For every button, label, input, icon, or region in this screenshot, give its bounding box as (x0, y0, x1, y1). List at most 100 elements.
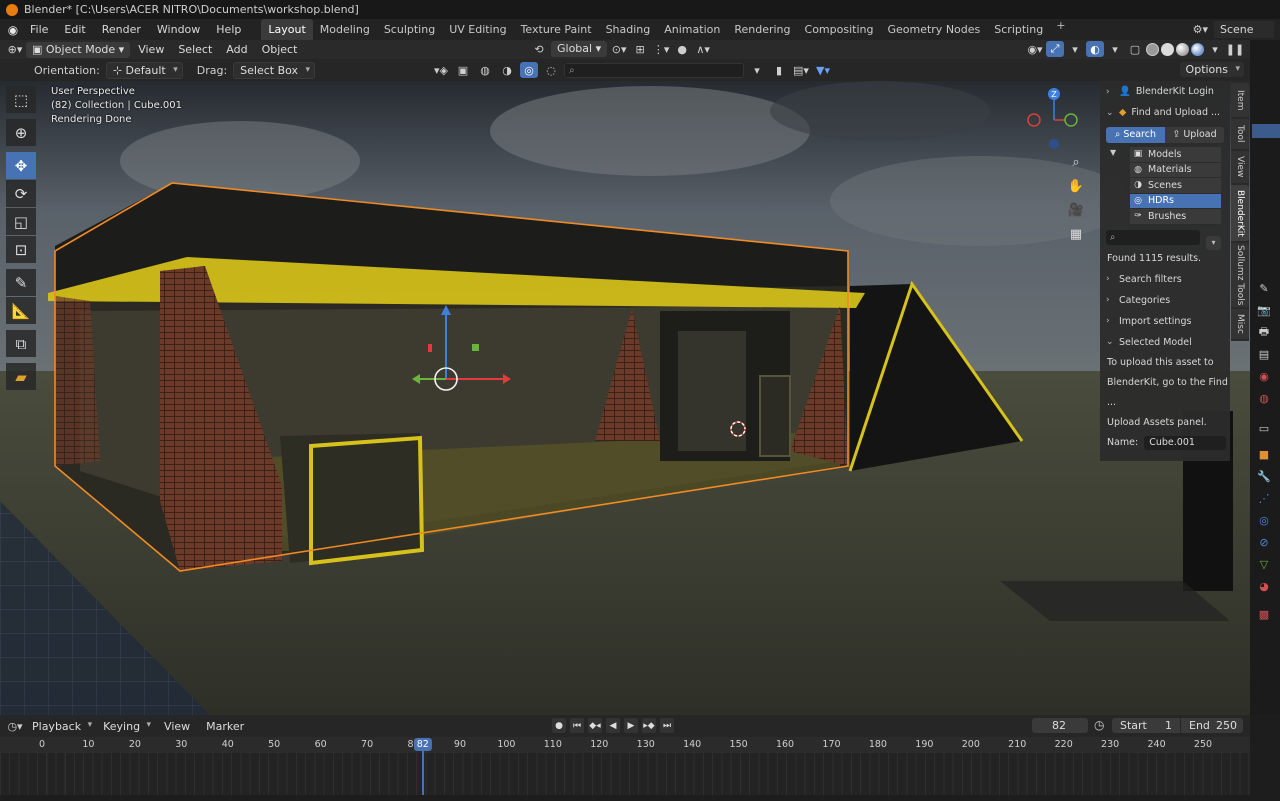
current-frame-field[interactable]: 82 (1032, 718, 1088, 733)
xray-icon[interactable]: ▢ (1126, 41, 1144, 57)
bookmark-icon[interactable]: ▮ (770, 62, 788, 78)
transform-orientation-dropdown[interactable]: Global ▾ (551, 41, 608, 57)
pan-hand-icon[interactable]: ✋ (1065, 176, 1087, 196)
search-filters-section[interactable]: › Search filters (1100, 269, 1230, 290)
menu-add[interactable]: Add (220, 40, 253, 59)
annotate-tool-icon[interactable]: ✎ (6, 269, 36, 296)
snap-target-icon[interactable]: ⋮▾ (652, 41, 670, 57)
frame-ruler[interactable]: 0102030405060708090100110120130140150160… (0, 737, 1250, 753)
options-dropdown[interactable]: Options (1179, 62, 1244, 77)
rendered-shading-icon[interactable] (1191, 42, 1204, 56)
find-upload-collapse-icon[interactable]: ⌄ (1106, 108, 1114, 118)
keying-menu[interactable]: Keying (99, 720, 154, 733)
move-tool-icon[interactable]: ✥ (6, 152, 36, 179)
menu-select[interactable]: Select (172, 40, 218, 59)
models-filter-icon[interactable]: ▣ (454, 62, 472, 78)
login-expand-icon[interactable]: › (1106, 87, 1114, 97)
play-reverse-icon[interactable]: ◀ (606, 718, 620, 733)
category-scenes[interactable]: ◑ Scenes (1130, 178, 1221, 194)
transform-tool-icon[interactable]: ⊡ (6, 236, 36, 263)
menu-object[interactable]: Object (256, 40, 304, 59)
timeline-area[interactable]: 0102030405060708090100110120130140150160… (0, 737, 1250, 801)
wireframe-shading-icon[interactable] (1146, 42, 1159, 56)
outliner-selected-row[interactable] (1252, 124, 1280, 138)
menu-edit[interactable]: Edit (56, 19, 93, 40)
marker-menu[interactable]: Marker (200, 717, 250, 736)
selected-model-section[interactable]: ⌄ Selected Model (1100, 332, 1230, 353)
add-cube-tool-icon[interactable]: ⧉ (6, 330, 36, 357)
scale-tool-icon[interactable]: ◱ (6, 208, 36, 235)
zoom-icon[interactable]: ⌕ (1065, 152, 1087, 172)
output-properties-icon[interactable]: 🖶 (1256, 324, 1272, 340)
menu-file[interactable]: File (22, 19, 56, 40)
scenes-filter-icon[interactable]: ◑ (498, 62, 516, 78)
particles-properties-icon[interactable]: ⋰ (1256, 490, 1272, 506)
playback-menu[interactable]: Playback (28, 720, 95, 733)
tab-upload[interactable]: ⇪ Upload (1165, 127, 1224, 143)
scene-name-field[interactable]: Scene (1214, 21, 1274, 38)
category-brushes[interactable]: ✑ Brushes (1130, 209, 1221, 225)
material-properties-icon[interactable]: ◕ (1256, 578, 1272, 594)
menu-view[interactable]: View (132, 40, 170, 59)
tab-modeling[interactable]: Modeling (313, 19, 377, 40)
scene-icon[interactable]: ⚙▾ (1193, 23, 1208, 36)
tab-uv-editing[interactable]: UV Editing (442, 19, 513, 40)
material-shading-icon[interactable] (1176, 42, 1189, 56)
tool-properties-icon[interactable]: ✎ (1256, 280, 1272, 296)
next-keyframe-icon[interactable]: ▸◆ (642, 718, 656, 733)
tab-sculpting[interactable]: Sculpting (377, 19, 442, 40)
constraints-properties-icon[interactable]: ⊘ (1256, 534, 1272, 550)
asset-type-dropdown-icon[interactable]: ▾◈ (432, 62, 450, 78)
sidebar-tab-blenderkit[interactable]: BlenderKit (1231, 185, 1249, 241)
tab-geometry-nodes[interactable]: Geometry Nodes (880, 19, 987, 40)
filter-icon[interactable]: ▼▾ (814, 62, 832, 78)
gizmo-dropdown-icon[interactable]: ▾ (1066, 41, 1084, 57)
menu-render[interactable]: Render (94, 19, 149, 40)
ortho-grid-icon[interactable]: ▦ (1065, 224, 1087, 244)
blenderkit-search-input[interactable]: ⌕ (1106, 229, 1200, 245)
select-box-tool-icon[interactable]: ⬚ (6, 86, 36, 113)
overlay-dropdown-icon[interactable]: ▾ (1106, 41, 1124, 57)
blender-menu-icon[interactable]: ◉ (6, 23, 20, 37)
layout-icon[interactable]: ▤▾ (792, 62, 810, 78)
materials-filter-icon[interactable]: ◍ (476, 62, 494, 78)
playhead-frame-label[interactable]: 82 (413, 738, 432, 751)
overlay-toggle-icon[interactable]: ◐ (1086, 41, 1104, 57)
rotate-tool-icon[interactable]: ⟳ (6, 180, 36, 207)
menu-help[interactable]: Help (208, 19, 249, 40)
mode-dropdown[interactable]: ▣ Object Mode ▾ (26, 41, 131, 58)
orientation-dropdown[interactable]: ⊹ Default (105, 61, 183, 79)
tab-layout[interactable]: Layout (261, 19, 313, 40)
sidebar-tab-view[interactable]: View (1231, 151, 1249, 183)
navigation-gizmo[interactable]: Z X Y (1025, 84, 1085, 154)
search-dropdown-icon[interactable]: ▾ (748, 62, 766, 78)
sidebar-tab-sollumz-tools[interactable]: Sollumz Tools (1231, 243, 1249, 307)
falloff-icon[interactable]: ∧▾ (694, 41, 712, 57)
start-frame-field[interactable]: Start 1 (1112, 718, 1180, 733)
asset-search-input[interactable]: ⌕ (564, 62, 744, 78)
view-layer-properties-icon[interactable]: ▤ (1256, 346, 1272, 362)
brush-filter-icon[interactable]: ◌ (542, 62, 560, 78)
end-frame-field[interactable]: End 250 (1181, 718, 1243, 733)
hdr-filter-icon[interactable]: ◎ (520, 62, 538, 78)
gizmo-toggle-icon[interactable]: ⤢ (1046, 41, 1064, 57)
3d-viewport[interactable]: User Perspective (82) Collection | Cube.… (0, 81, 1250, 715)
sidebar-tab-tool[interactable]: Tool (1231, 119, 1249, 149)
playhead-line[interactable] (421, 751, 424, 801)
jump-start-icon[interactable]: ⏮ (570, 718, 584, 733)
category-collapse-icon[interactable]: ▼ (1110, 148, 1116, 157)
tab-compositing[interactable]: Compositing (798, 19, 881, 40)
measure-tool-icon[interactable]: 📐 (6, 297, 36, 324)
camera-view-icon[interactable]: 🎥 (1065, 200, 1087, 220)
import-settings-section[interactable]: › Import settings (1100, 311, 1230, 332)
add-workspace-button[interactable]: + (1050, 19, 1071, 40)
category-hdrs[interactable]: ◎ HDRs (1130, 193, 1221, 209)
timeline-view-menu[interactable]: View (158, 717, 196, 736)
texture-properties-icon[interactable]: ▩ (1256, 606, 1272, 622)
timeline-editor-type-icon[interactable]: ◷▾ (6, 718, 24, 734)
proportional-edit-icon[interactable]: ● (673, 41, 691, 57)
tab-scripting[interactable]: Scripting (987, 19, 1050, 40)
orientation-icon[interactable]: ⟲ (530, 41, 548, 57)
pause-render-icon[interactable]: ❚❚ (1226, 41, 1244, 57)
tab-shading[interactable]: Shading (599, 19, 658, 40)
